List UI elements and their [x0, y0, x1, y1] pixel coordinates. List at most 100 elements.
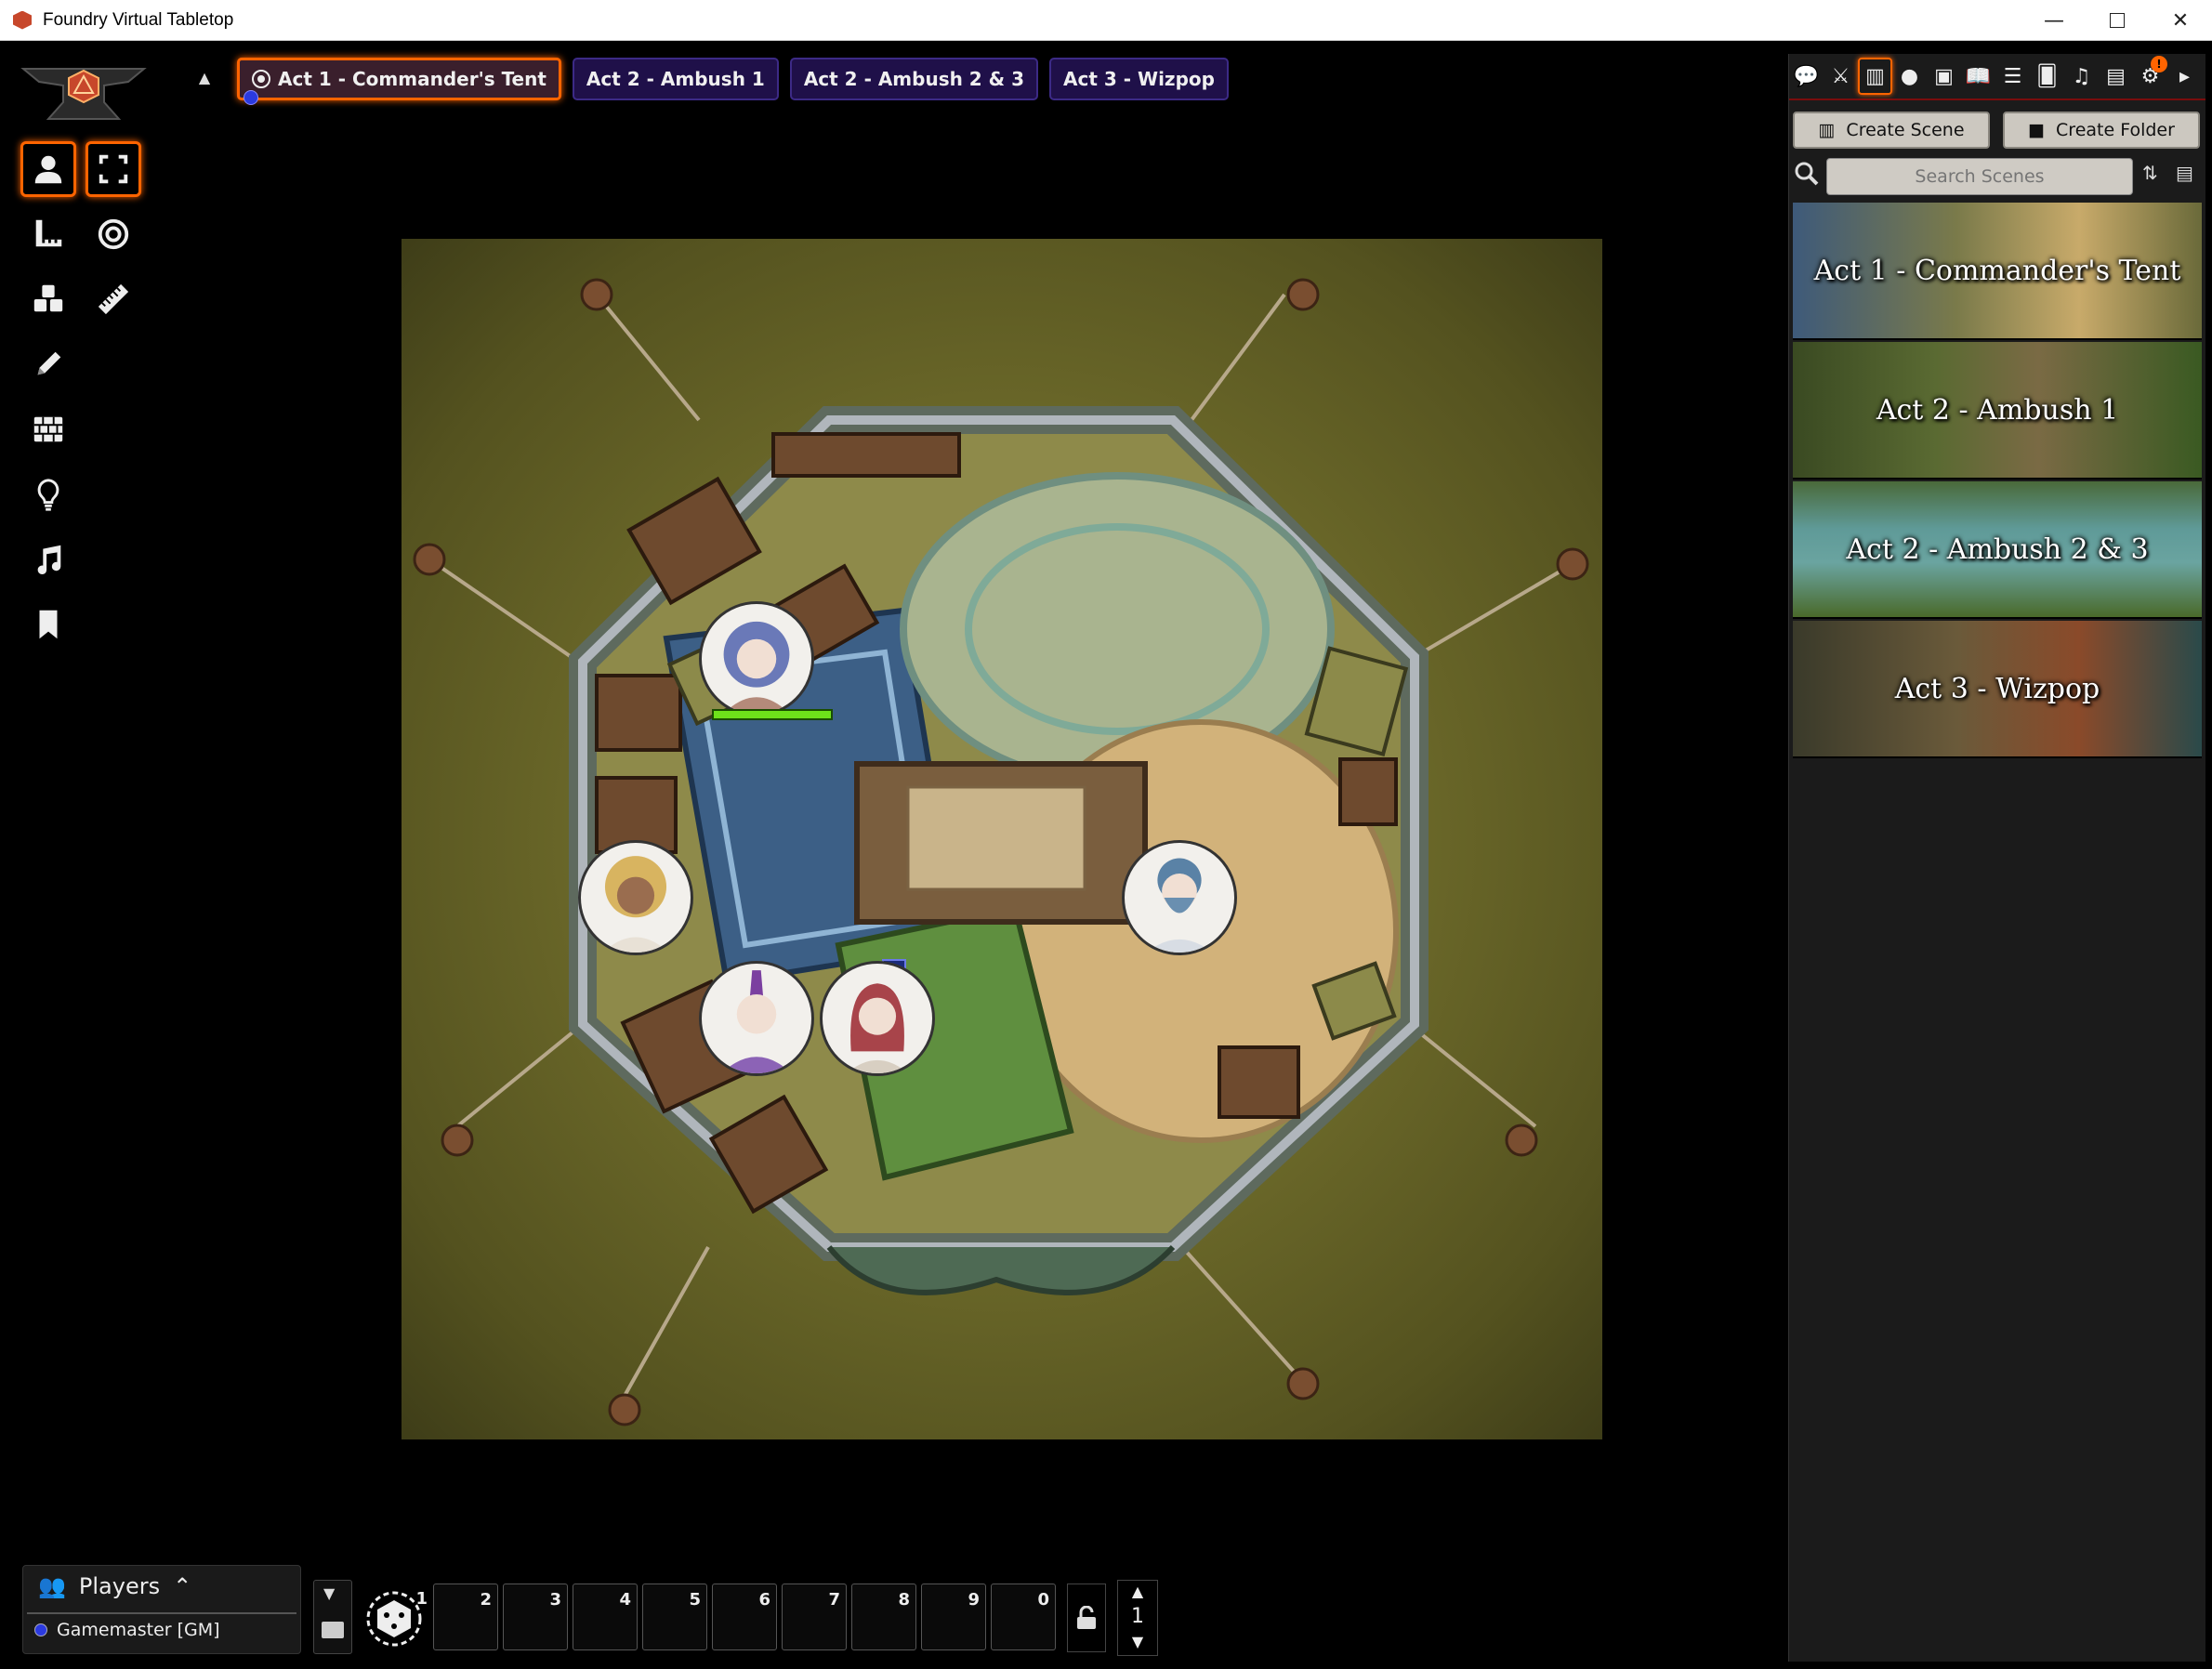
- window-title: Foundry Virtual Tabletop: [43, 9, 234, 30]
- walls-control-button[interactable]: [20, 401, 76, 457]
- scene-tab-act2-ambush23[interactable]: Act 2 - Ambush 2 & 3: [789, 58, 1039, 100]
- sort-alpha-icon[interactable]: ⇅: [2142, 162, 2158, 184]
- search-icon: [1795, 162, 1819, 186]
- scene-canvas[interactable]: [402, 239, 1602, 1439]
- scene-card-label: Act 1 - Commander's Tent: [1813, 254, 2181, 287]
- macro-slot-7[interactable]: 7: [782, 1584, 847, 1650]
- target-control-button[interactable]: [86, 206, 141, 262]
- expand-icon: [99, 154, 128, 184]
- settings-icon[interactable]: ⚙!: [2133, 56, 2167, 95]
- token-portrait: [723, 621, 790, 714]
- playlists-icon[interactable]: ♫: [2064, 58, 2099, 95]
- pencil-icon: [37, 351, 61, 375]
- navigation-toggle-icon[interactable]: ▲: [193, 69, 216, 91]
- create-scene-label: Create Scene: [1846, 120, 1965, 140]
- macro-slot-6[interactable]: 6: [712, 1584, 777, 1650]
- journal-icon[interactable]: 📖: [1961, 58, 1995, 95]
- page-down-icon[interactable]: ▼: [1118, 1633, 1157, 1650]
- slot-number: 4: [619, 1590, 631, 1610]
- players-title: Players: [78, 1573, 161, 1599]
- player-color-dot: [34, 1623, 47, 1636]
- drawing-control-button[interactable]: [20, 336, 76, 392]
- sidebar: 💬 ⚔ ▥ ● ▣ 📖 ☰ 🂠 ♫ ▤ ⚙! ▸ ▥ Create Scene …: [1788, 54, 2205, 1662]
- scene-tab-act3-wizpop[interactable]: Act 3 - Wizpop: [1049, 58, 1229, 100]
- lighting-control-button[interactable]: [20, 467, 76, 522]
- actors-icon[interactable]: ●: [1892, 58, 1927, 95]
- map-icon: ▥: [1818, 120, 1836, 140]
- measure-control-button[interactable]: [20, 206, 76, 262]
- sidebar-tabs: 💬 ⚔ ▥ ● ▣ 📖 ☰ 🂠 ♫ ▤ ⚙! ▸: [1789, 54, 2205, 100]
- sounds-control-button[interactable]: [20, 532, 76, 587]
- maximize-button[interactable]: [2086, 0, 2149, 41]
- create-folder-button[interactable]: ■ Create Folder: [2003, 112, 2200, 149]
- scene-tab-label: Act 2 - Ambush 2 & 3: [803, 68, 1025, 90]
- scene-card-act1[interactable]: Act 1 - Commander's Tent: [1793, 203, 2202, 340]
- macro-slot-3[interactable]: 3: [503, 1584, 568, 1650]
- macro-slot-0[interactable]: 0: [991, 1584, 1056, 1650]
- scene-card-act2-ambush1[interactable]: Act 2 - Ambush 1: [1793, 342, 2202, 480]
- hotbar-page-number: 1: [1131, 1605, 1144, 1628]
- hotbar-lock-button[interactable]: [1067, 1584, 1106, 1652]
- slot-number: 7: [828, 1590, 840, 1610]
- scene-card-act3-wizpop[interactable]: Act 3 - Wizpop: [1793, 621, 2202, 758]
- token-portrait: [1146, 858, 1213, 953]
- player-name: Gamemaster [GM]: [57, 1620, 220, 1640]
- character-token-curly-blonde[interactable]: [578, 840, 693, 955]
- scene-tab-label: Act 1 - Commander's Tent: [278, 68, 546, 90]
- scene-navigation: Act 1 - Commander's Tent Act 2 - Ambush …: [237, 58, 1229, 105]
- lightbulb-icon: [37, 479, 59, 511]
- items-icon[interactable]: ▣: [1927, 58, 1961, 95]
- window-titlebar: Foundry Virtual Tabletop — ✕: [0, 0, 2212, 41]
- macro-slot-8[interactable]: 8: [851, 1584, 916, 1650]
- scene-tab-act1[interactable]: Act 1 - Commander's Tent: [237, 58, 561, 105]
- character-token-mohawk[interactable]: [699, 961, 814, 1076]
- commanders-tent-map: [413, 278, 1589, 1426]
- page-up-icon[interactable]: ▲: [1118, 1583, 1157, 1600]
- tables-icon[interactable]: ☰: [1995, 58, 2030, 95]
- ruler-control-button[interactable]: [86, 271, 141, 327]
- scene-tab-act2-ambush1[interactable]: Act 2 - Ambush 1: [572, 58, 779, 100]
- token-control-button[interactable]: [20, 141, 76, 197]
- slot-number: 8: [898, 1590, 910, 1610]
- players-header[interactable]: 👥 Players ⌃: [38, 1573, 191, 1599]
- slot-number: 6: [758, 1590, 770, 1610]
- music-icon: [37, 545, 61, 575]
- slot-number: 9: [968, 1590, 980, 1610]
- tiles-control-button[interactable]: [20, 271, 76, 327]
- bullseye-icon: [98, 218, 129, 250]
- select-control-button[interactable]: [86, 141, 141, 197]
- create-folder-label: Create Folder: [2056, 120, 2175, 140]
- scenes-icon[interactable]: ▥: [1858, 58, 1892, 95]
- cards-icon[interactable]: 🂠: [2030, 58, 2064, 95]
- macro-slot-9[interactable]: 9: [921, 1584, 986, 1650]
- slot-number: 5: [689, 1590, 701, 1610]
- scene-tab-label: Act 2 - Ambush 1: [586, 68, 765, 90]
- scene-card-act2-ambush23[interactable]: Act 2 - Ambush 2 & 3: [1793, 481, 2202, 619]
- close-button[interactable]: ✕: [2149, 0, 2212, 41]
- foundry-logo[interactable]: [19, 58, 149, 125]
- create-scene-button[interactable]: ▥ Create Scene: [1793, 112, 1990, 149]
- active-scene-target-icon: [252, 70, 270, 88]
- macro-slot-4[interactable]: 4: [573, 1584, 638, 1650]
- hotbar-page-control: ▲ 1 ▼: [1117, 1580, 1158, 1656]
- token-portrait: [721, 970, 792, 1073]
- macro-slot-2[interactable]: 2: [433, 1584, 498, 1650]
- slot-number: 3: [549, 1590, 561, 1610]
- chat-icon[interactable]: 💬: [1789, 58, 1824, 95]
- collapse-folders-icon[interactable]: ▤: [2176, 162, 2193, 184]
- slot-number: 1: [415, 1589, 428, 1609]
- collapse-right-icon[interactable]: ▸: [2167, 58, 2202, 95]
- macro-slot-1[interactable]: 1: [368, 1584, 433, 1650]
- combat-icon[interactable]: ⚔: [1824, 58, 1858, 95]
- token-portrait: [846, 983, 909, 1073]
- character-token-bearded-man[interactable]: [1122, 840, 1237, 955]
- settings-notification-badge: !: [2151, 56, 2167, 72]
- minimize-button[interactable]: —: [2022, 0, 2086, 41]
- character-token-red-haired[interactable]: [820, 961, 935, 1076]
- notes-control-button[interactable]: [20, 597, 76, 652]
- macro-slot-5[interactable]: 5: [642, 1584, 707, 1650]
- search-scenes-input[interactable]: [1826, 158, 2133, 195]
- hotbar-directory-control[interactable]: ▼: [313, 1580, 352, 1654]
- compendium-icon[interactable]: ▤: [2099, 58, 2133, 95]
- character-token-blue-haired-elder[interactable]: [699, 601, 814, 716]
